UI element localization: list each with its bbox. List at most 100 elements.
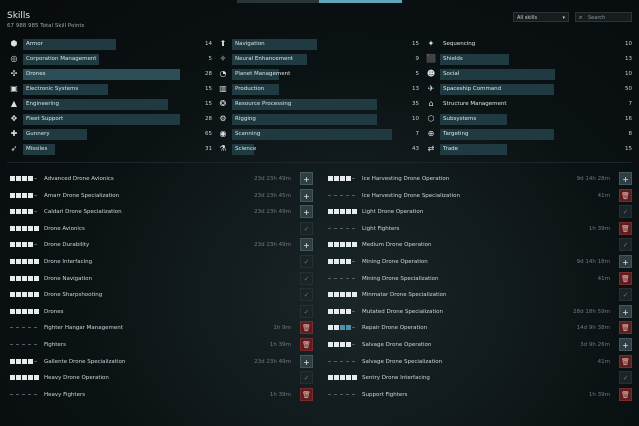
skill-row[interactable]: Mining Drone Operation 9d 14h 18m + <box>325 255 632 269</box>
skill-row[interactable]: Ice Harvesting Drone Operation 9d 14h 28m… <box>325 172 632 186</box>
trash-icon[interactable]: 🗑 <box>300 338 313 351</box>
skill-level-block <box>352 242 357 248</box>
add-to-queue-button[interactable]: + <box>619 172 632 185</box>
trash-icon[interactable]: 🗑 <box>300 387 313 401</box>
skill-row[interactable]: Salvage Drone Operation 3d 9h 26m + <box>325 338 632 352</box>
skill-row[interactable]: Advanced Drone Avionics 23d 23h 49m + <box>7 172 313 186</box>
skill-row[interactable]: Fighter Hangar Management 1h 9m 🗑 <box>7 321 313 335</box>
trash-icon[interactable]: 🗑 <box>619 271 632 285</box>
skill-row[interactable]: Caldari Drone Specialization 23d 23h 49m + <box>7 205 313 219</box>
category-resource-processing[interactable]: ❂ Resource Processing 35 <box>216 98 419 111</box>
category-gunnery[interactable]: ✚ Gunnery 65 <box>7 128 212 141</box>
section-divider <box>7 162 632 163</box>
category-drones[interactable]: ✣ Drones 28 <box>7 68 212 81</box>
category-neural-enhancement[interactable]: ✧ Neural Enhancement 9 <box>216 53 419 66</box>
skill-level-block <box>10 209 15 215</box>
category-social[interactable]: ☻ Social 10 <box>424 68 632 81</box>
skill-row[interactable]: Drones ✓ <box>7 304 313 319</box>
category-corporation-management[interactable]: ◎ Corporation Management 5 <box>7 53 212 66</box>
category-spaceship-command[interactable]: ✈ Spaceship Command 50 <box>424 83 632 96</box>
trash-icon[interactable]: 🗑 <box>619 354 632 368</box>
category-science[interactable]: ⚗ Science 43 <box>216 143 419 156</box>
skill-level-block <box>352 261 355 262</box>
skill-level-block <box>334 194 337 196</box>
skill-level-block <box>352 277 355 279</box>
skill-row[interactable]: Drone Sharpshooting ✓ <box>7 288 313 302</box>
category-planet-management[interactable]: ◔ Planet Management 5 <box>216 68 419 81</box>
skill-row[interactable]: Sentry Drone Interfacing ✓ <box>325 371 632 385</box>
skill-level-block <box>22 192 27 198</box>
skill-row[interactable]: Heavy Drone Operation ✓ <box>7 371 313 385</box>
trash-icon[interactable]: 🗑 <box>619 188 632 202</box>
add-to-queue-button[interactable]: + <box>300 172 313 185</box>
skill-level-block <box>28 242 33 248</box>
add-to-queue-button[interactable]: + <box>619 338 632 351</box>
search-input[interactable]: ⌕ Search <box>575 12 632 22</box>
skill-row[interactable]: Light Fighters 1h 39m 🗑 <box>325 221 632 236</box>
skill-level-block <box>22 275 27 281</box>
category-armor[interactable]: ⬢ Armor 14 <box>7 38 212 51</box>
trash-icon[interactable]: 🗑 <box>619 321 632 335</box>
skill-row[interactable]: Medium Drone Operation ✓ <box>325 238 632 252</box>
category-production[interactable]: ▥ Production 13 <box>216 83 419 96</box>
skill-level-block <box>10 259 15 264</box>
skill-level-block <box>34 211 37 213</box>
category-electronic-systems[interactable]: ▣ Electronic Systems 15 <box>7 83 212 96</box>
add-to-queue-button[interactable]: + <box>300 205 313 219</box>
check-icon: ✓ <box>300 304 313 318</box>
add-to-queue-button[interactable]: + <box>300 354 313 368</box>
category-label: Missiles <box>26 146 48 152</box>
category-engineering[interactable]: ▲ Engineering 15 <box>7 98 212 111</box>
skill-row[interactable]: Drone Avionics ✓ <box>7 221 313 236</box>
skill-row[interactable]: Drone Interfacing ✓ <box>7 255 313 269</box>
skill-train-time: 23d 23h 49m <box>254 242 291 249</box>
skill-level-block <box>346 242 351 248</box>
skill-row[interactable]: Salvage Drone Specialization 41m 🗑 <box>325 354 632 369</box>
category-label: Social <box>443 71 460 77</box>
category-rigging[interactable]: ⚙ Rigging 10 <box>216 113 419 126</box>
skill-row[interactable]: Light Drone Operation ✓ <box>325 205 632 219</box>
skill-row[interactable]: Repair Drone Operation 14d 9h 38m 🗑 <box>325 321 632 335</box>
skill-level-block <box>328 342 333 347</box>
skill-row[interactable]: Fighters 1h 39m 🗑 <box>7 338 313 352</box>
add-to-queue-button[interactable]: + <box>300 188 313 202</box>
spaceship-icon: ✈ <box>427 84 435 93</box>
skill-level-block <box>346 292 351 298</box>
category-structure-management[interactable]: ⌂ Structure Management 7 <box>424 98 632 111</box>
skill-level-block <box>34 360 37 362</box>
skill-row[interactable]: Mutated Drone Specialization 28d 18h 59m + <box>325 304 632 319</box>
category-shields[interactable]: ⬛ Shields 13 <box>424 53 632 66</box>
add-to-queue-button[interactable]: + <box>619 255 632 268</box>
skill-level-block <box>28 327 31 329</box>
trash-icon[interactable]: 🗑 <box>619 221 632 235</box>
skill-row[interactable]: Drone Navigation ✓ <box>7 271 313 286</box>
skill-row[interactable]: Heavy Fighters 1h 39m 🗑 <box>7 387 313 402</box>
skill-row[interactable]: Amarr Drone Specialization 23d 23h 45m + <box>7 188 313 203</box>
category-navigation[interactable]: ⬆ Navigation 15 <box>216 38 419 51</box>
trash-icon[interactable]: 🗑 <box>619 387 632 401</box>
skill-level-block <box>352 327 355 329</box>
skill-filter-dropdown[interactable]: All skills ▾ <box>513 12 569 22</box>
skill-row[interactable]: Minmatar Drone Specialization ✓ <box>325 288 632 302</box>
skill-level-block <box>334 308 339 314</box>
skill-level-block <box>334 259 339 264</box>
skill-row[interactable]: Drone Durability 23d 23h 49m + <box>7 238 313 252</box>
trash-icon[interactable]: 🗑 <box>300 321 313 335</box>
category-targeting[interactable]: ⊕ Targeting 8 <box>424 128 632 141</box>
add-to-queue-button[interactable]: + <box>619 304 632 318</box>
skill-level-block <box>22 259 27 264</box>
skill-row[interactable]: Mining Drone Specialization 41m 🗑 <box>325 271 632 286</box>
skill-level-block <box>334 375 339 381</box>
category-sequencing[interactable]: ✦ Sequencing 10 <box>424 38 632 51</box>
add-to-queue-button[interactable]: + <box>300 238 313 252</box>
category-scanning[interactable]: ◉ Scanning 7 <box>216 128 419 141</box>
category-missiles[interactable]: ➶ Missiles 31 <box>7 143 212 156</box>
skill-level-block <box>340 176 345 181</box>
category-subsystems[interactable]: ⬡ Subsystems 16 <box>424 113 632 126</box>
skill-row[interactable]: Support Fighters 1h 39m 🗑 <box>325 387 632 402</box>
category-trade[interactable]: ⇄ Trade 15 <box>424 143 632 156</box>
skill-row[interactable]: Gallente Drone Specialization 23d 23h 49m… <box>7 354 313 369</box>
skill-row[interactable]: Ice Harvesting Drone Specialization 41m 🗑 <box>325 188 632 203</box>
skill-name: Salvage Drone Specialization <box>362 358 443 365</box>
category-fleet-support[interactable]: ✥ Fleet Support 28 <box>7 113 212 126</box>
